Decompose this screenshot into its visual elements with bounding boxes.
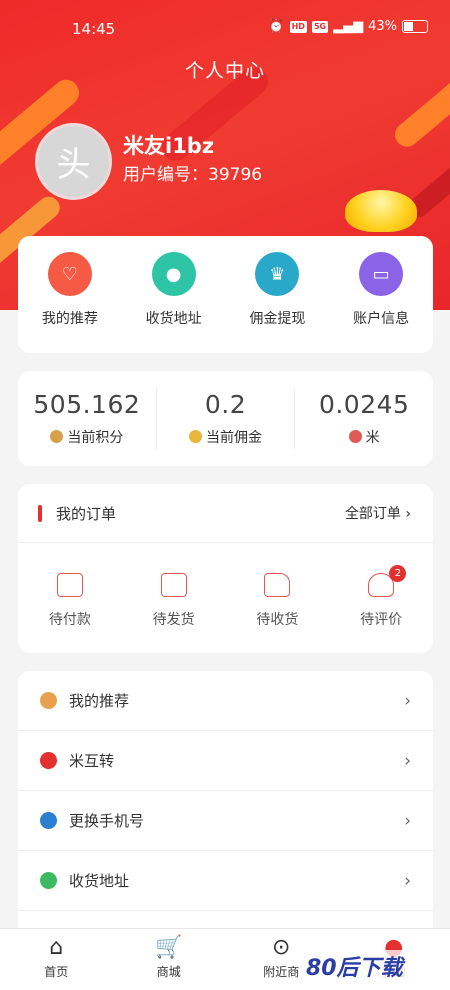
users-icon <box>40 692 57 709</box>
chevron-right-icon: › <box>404 870 411 891</box>
quick-action-recommend[interactable]: ♡ 我的推荐 <box>18 236 122 353</box>
tab-home[interactable]: ⌂ 首页 <box>0 929 113 990</box>
menu-item-address[interactable]: 收货地址 › <box>18 851 433 911</box>
card-icon: ▭ <box>359 252 404 296</box>
stat-label: 当前佣金 <box>206 430 262 446</box>
signal-icon: ▂▄▆ <box>333 19 364 34</box>
status-bar: 14:45 ⏰ HD 5G ▂▄▆ 43% <box>0 0 450 56</box>
orders-title: 我的订单 <box>56 505 117 523</box>
stats-card: 505.162 当前积分 0.2 当前佣金 0.0245 米 <box>18 371 433 466</box>
nearby-icon: ⊙ <box>272 935 291 960</box>
quick-action-label: 佣金提现 <box>249 311 306 327</box>
section-accent-bar <box>38 505 42 522</box>
network-5g-icon: 5G <box>311 20 329 33</box>
battery-icon <box>402 20 428 33</box>
page-title: 个人中心 <box>184 60 265 82</box>
stat-label: 米 <box>365 430 380 446</box>
home-icon: ⌂ <box>49 935 64 960</box>
crown-icon: ♛ <box>255 252 300 296</box>
quick-action-address[interactable]: ● 收货地址 <box>122 236 226 353</box>
status-icons: ⏰ HD 5G ▂▄▆ 43% <box>268 19 428 34</box>
quick-action-label: 收货地址 <box>145 311 202 327</box>
tab-label: 商城 <box>156 965 181 979</box>
location-icon: ● <box>151 252 196 296</box>
order-status-label: 待收货 <box>256 612 299 628</box>
tab-label: 首页 <box>44 965 69 979</box>
hd-icon: HD <box>289 20 307 33</box>
review-count-badge: 2 <box>389 565 407 582</box>
wallet-icon <box>56 573 83 597</box>
gold-ingot-decoration <box>345 190 417 232</box>
menu-item-recommend[interactable]: 我的推荐 › <box>18 671 433 731</box>
user-id: 用户编号：39796 <box>123 165 263 185</box>
alarm-icon: ⏰ <box>268 19 285 34</box>
money-bag-icon <box>348 430 362 443</box>
menu-item-transfer[interactable]: 米互转 › <box>18 731 433 791</box>
menu-item-label: 我的推荐 <box>69 692 130 710</box>
stat-label: 当前积分 <box>67 430 124 446</box>
points-icon <box>50 430 64 443</box>
all-orders-link[interactable]: 全部订单 › <box>345 503 411 523</box>
watermark: 80后下载 <box>300 950 409 982</box>
menu-item-label: 更换手机号 <box>69 812 145 830</box>
order-pending-review[interactable]: 2 待评价 <box>329 543 433 653</box>
tab-mall[interactable]: 🛒 商城 <box>113 929 226 990</box>
chevron-right-icon: › <box>404 810 411 831</box>
box-icon <box>160 573 187 597</box>
quick-action-label: 账户信息 <box>353 311 410 327</box>
menu-item-change-phone[interactable]: 更换手机号 › <box>18 791 433 851</box>
stat-mi[interactable]: 0.0245 米 <box>295 388 433 450</box>
avatar[interactable]: 头 <box>35 123 112 200</box>
order-pending-shipment[interactable]: 待发货 <box>122 543 226 653</box>
stat-value: 505.162 <box>33 390 141 419</box>
chevron-right-icon: › <box>404 750 411 771</box>
coin-icon <box>189 430 202 443</box>
status-time: 14:45 <box>72 20 116 38</box>
order-status-label: 待付款 <box>48 612 91 628</box>
stat-value: 0.0245 <box>318 390 410 419</box>
quick-action-account[interactable]: ▭ 账户信息 <box>329 236 433 353</box>
chevron-right-icon: › <box>404 690 411 711</box>
truck-icon <box>264 573 291 597</box>
cart-icon: 🛒 <box>155 935 183 960</box>
recommend-icon: ♡ <box>47 252 92 296</box>
tab-label: 附近商 <box>263 965 300 979</box>
battery-percent: 43% <box>368 19 397 34</box>
transfer-icon <box>40 752 57 769</box>
stat-commission[interactable]: 0.2 当前佣金 <box>157 387 296 450</box>
quick-actions-card: ♡ 我的推荐 ● 收货地址 ♛ 佣金提现 ▭ 账户信息 <box>18 236 433 353</box>
order-status-label: 待发货 <box>152 612 195 628</box>
location-icon <box>40 872 57 889</box>
order-pending-receipt[interactable]: 待收货 <box>226 543 330 653</box>
stat-points[interactable]: 505.162 当前积分 <box>18 387 157 450</box>
all-orders-label: 全部订单 <box>344 506 401 522</box>
order-status-row: 待付款 待发货 待收货 2 待评价 <box>18 543 433 653</box>
username: 米友i1bz <box>123 134 215 158</box>
orders-header: 我的订单 全部订单 › <box>18 484 433 543</box>
quick-action-withdraw[interactable]: ♛ 佣金提现 <box>226 236 330 353</box>
menu-item-label: 收货地址 <box>69 872 130 890</box>
chevron-right-icon: › <box>405 506 411 522</box>
order-status-label: 待评价 <box>360 612 403 628</box>
settings-menu: 我的推荐 › 米互转 › 更换手机号 › 收货地址 › <box>18 671 433 941</box>
phone-icon <box>40 812 57 829</box>
stat-value: 0.2 <box>204 390 247 419</box>
orders-card: 我的订单 全部订单 › 待付款 待发货 待收货 2 待评价 <box>18 484 433 653</box>
order-pending-payment[interactable]: 待付款 <box>18 543 122 653</box>
menu-item-label: 米互转 <box>69 752 115 770</box>
quick-action-label: 我的推荐 <box>41 311 98 327</box>
